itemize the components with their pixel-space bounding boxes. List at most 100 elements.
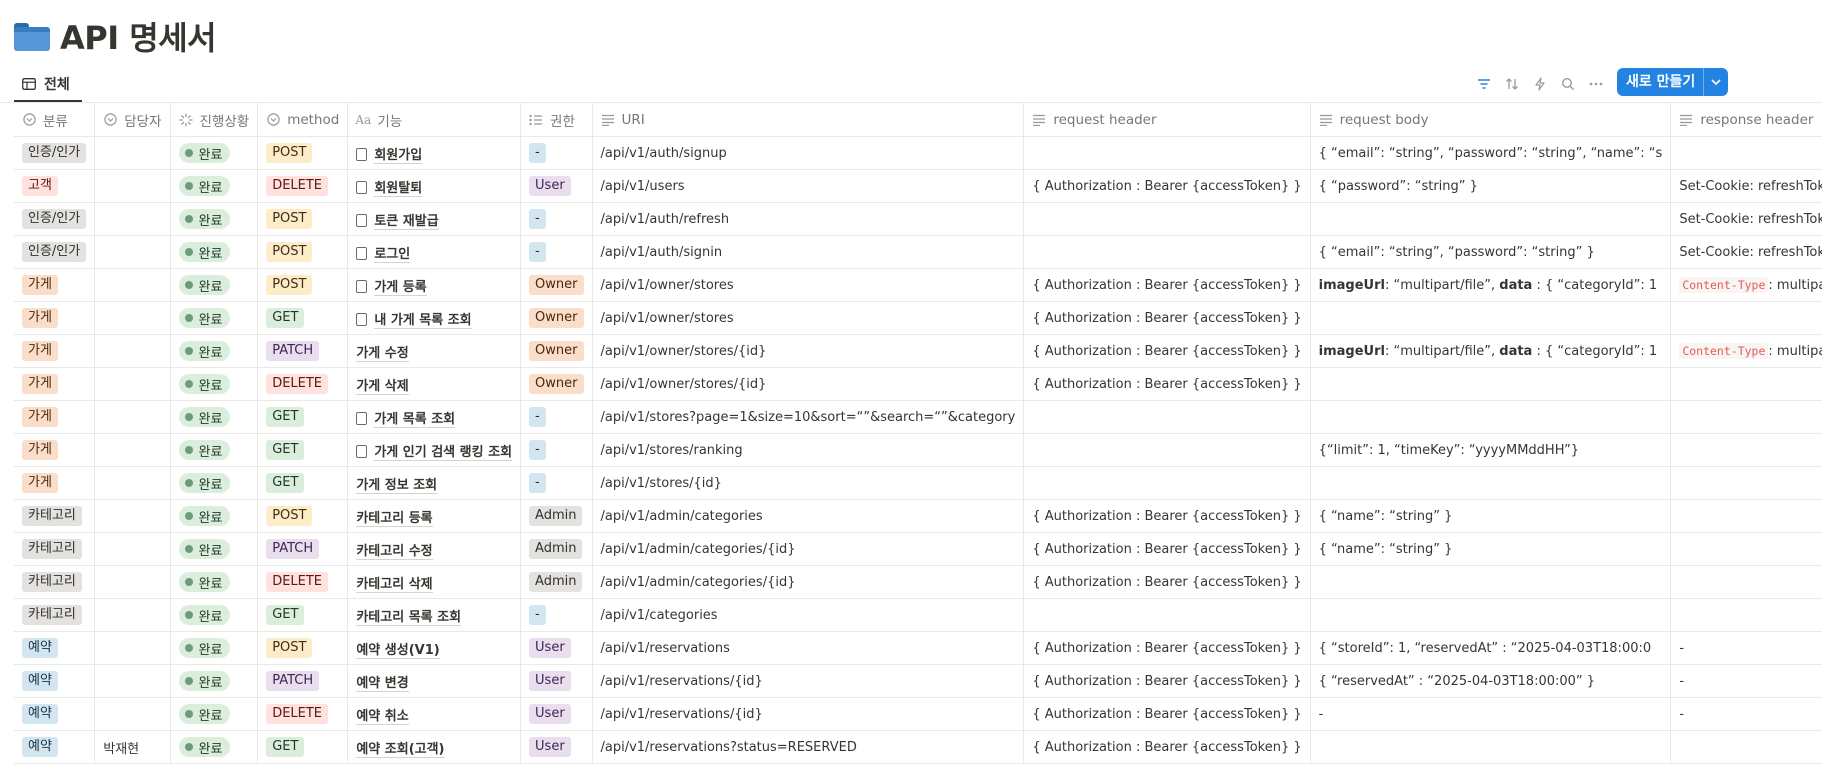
cell-status[interactable]: 완료 xyxy=(170,631,259,665)
role-tag[interactable]: - xyxy=(529,440,546,460)
method-tag[interactable]: PATCH xyxy=(266,539,320,559)
cell-request-header[interactable] xyxy=(1023,598,1311,632)
role-tag[interactable]: Owner xyxy=(529,374,584,394)
column-header-uri[interactable]: URI xyxy=(592,103,1025,137)
category-tag[interactable]: 가게 xyxy=(22,407,58,427)
cell-request-body[interactable] xyxy=(1310,400,1672,434)
feature-title-link[interactable]: 가게 삭제 xyxy=(356,378,409,395)
cell-request-body[interactable] xyxy=(1310,730,1672,764)
cell-role[interactable]: Owner xyxy=(520,367,593,401)
cell-feature[interactable]: 가게 수정 xyxy=(347,334,522,368)
method-tag[interactable]: POST xyxy=(266,638,313,658)
feature-title-link[interactable]: 가게 수정 xyxy=(356,345,409,362)
cell-response-header[interactable] xyxy=(1670,532,1822,566)
cell-assignee[interactable] xyxy=(94,697,171,731)
cell-request-body[interactable]: { “storeId”: 1, “reservedAt” : “2025-04-… xyxy=(1310,631,1672,665)
cell-response-header[interactable]: Set-Cookie: refreshToken={r xyxy=(1670,202,1822,236)
table-row[interactable]: 고객 완료 DELETE 회원탈퇴 User/api/v1/users { Authori… xyxy=(14,169,1822,203)
cell-assignee[interactable] xyxy=(94,136,171,170)
cell-category[interactable]: 카테고리 xyxy=(14,598,96,632)
category-tag[interactable]: 카테고리 xyxy=(22,605,82,625)
category-tag[interactable]: 인증/인가 xyxy=(22,143,87,163)
cell-category[interactable]: 예약 xyxy=(14,631,96,665)
more-icon[interactable] xyxy=(1582,72,1610,96)
status-badge[interactable]: 완료 xyxy=(178,605,231,625)
role-tag[interactable]: - xyxy=(529,473,546,493)
cell-role[interactable]: Owner xyxy=(520,334,593,368)
cell-assignee[interactable] xyxy=(94,169,171,203)
cell-method[interactable]: POST xyxy=(257,631,349,665)
cell-request-header[interactable]: { Authorization : Bearer {accessToken} } xyxy=(1023,367,1311,401)
cell-response-header[interactable] xyxy=(1670,598,1822,632)
status-badge[interactable]: 완료 xyxy=(178,473,231,493)
category-tag[interactable]: 카테고리 xyxy=(22,572,82,592)
cell-method[interactable]: DELETE xyxy=(257,367,349,401)
cell-uri[interactable]: /api/v1/reservations?status=RESERVED xyxy=(592,730,1025,764)
cell-feature[interactable]: 내 가게 목록 조회 xyxy=(347,301,522,335)
cell-uri[interactable]: /api/v1/admin/categories/{id} xyxy=(592,532,1025,566)
cell-request-body[interactable]: { “email”: “string”, “password”: “string… xyxy=(1310,136,1672,170)
cell-role[interactable]: Admin xyxy=(520,532,593,566)
cell-category[interactable]: 인증/인가 xyxy=(14,202,96,236)
cell-response-header[interactable] xyxy=(1670,730,1822,764)
table-row[interactable]: 예약 박재현 완료 GET 예약 조회(고객) User/api/v1/reservati… xyxy=(14,730,1822,764)
method-tag[interactable]: PATCH xyxy=(266,341,320,361)
cell-status[interactable]: 완료 xyxy=(170,499,259,533)
status-badge[interactable]: 완료 xyxy=(178,572,231,592)
cell-category[interactable]: 카테고리 xyxy=(14,499,96,533)
cell-uri[interactable]: /api/v1/reservations xyxy=(592,631,1025,665)
feature-title-link[interactable]: 예약 조회(고객) xyxy=(356,741,445,758)
status-badge[interactable]: 완료 xyxy=(178,374,231,394)
table-row[interactable]: 카테고리 완료 GET 카테고리 목록 조회 - /api/v1/categories xyxy=(14,598,1822,632)
cell-role[interactable]: Owner xyxy=(520,268,593,302)
cell-method[interactable]: GET xyxy=(257,400,349,434)
cell-request-body[interactable]: { “name”: “string” } xyxy=(1310,499,1672,533)
cell-assignee[interactable] xyxy=(94,334,171,368)
table-row[interactable]: 가게 완료 POST 가게 등록 Owner/api/v1/owner/stores { … xyxy=(14,268,1822,302)
cell-request-header[interactable]: { Authorization : Bearer {accessToken} } xyxy=(1023,565,1311,599)
cell-feature[interactable]: 카테고리 수정 xyxy=(347,532,522,566)
cell-request-body[interactable]: { “email”: “string”, “password”: “string… xyxy=(1310,235,1672,269)
cell-method[interactable]: GET xyxy=(257,730,349,764)
cell-response-header[interactable] xyxy=(1670,367,1822,401)
column-header-category[interactable]: 분류 xyxy=(14,103,96,137)
cell-response-header[interactable] xyxy=(1670,400,1822,434)
feature-title-link[interactable]: 로그인 xyxy=(374,246,411,263)
method-tag[interactable]: POST xyxy=(266,209,313,229)
role-tag[interactable]: Owner xyxy=(529,341,584,361)
cell-feature[interactable]: 예약 변경 xyxy=(347,664,522,698)
cell-status[interactable]: 완료 xyxy=(170,697,259,731)
status-badge[interactable]: 완료 xyxy=(178,176,231,196)
cell-uri[interactable]: /api/v1/admin/categories xyxy=(592,499,1025,533)
cell-role[interactable]: - xyxy=(520,202,593,236)
cell-uri[interactable]: /api/v1/owner/stores xyxy=(592,301,1025,335)
chevron-down-icon[interactable] xyxy=(1703,68,1728,96)
table-row[interactable]: 인증/인가 완료 POST 로그인 - /api/v1/auth/signin { “ema… xyxy=(14,235,1822,269)
role-tag[interactable]: User xyxy=(529,704,571,724)
cell-category[interactable]: 인증/인가 xyxy=(14,136,96,170)
role-tag[interactable]: User xyxy=(529,176,571,196)
cell-method[interactable]: GET xyxy=(257,433,349,467)
table-row[interactable]: 카테고리 완료 DELETE 카테고리 삭제 Admin/api/v1/admin/ca… xyxy=(14,565,1822,599)
table-row[interactable]: 가게 완료 GET 가게 정보 조회 - /api/v1/stores/{id} xyxy=(14,466,1822,500)
role-tag[interactable]: - xyxy=(529,242,546,262)
cell-category[interactable]: 가게 xyxy=(14,400,96,434)
cell-response-header[interactable]: Content-Type: multipart/for xyxy=(1670,268,1822,302)
cell-response-header[interactable]: Set-Cookie: refreshToken=“” xyxy=(1670,169,1822,203)
status-badge[interactable]: 완료 xyxy=(178,737,231,757)
cell-method[interactable]: POST xyxy=(257,235,349,269)
method-tag[interactable]: GET xyxy=(266,407,305,427)
cell-response-header[interactable]: Content-Type: multipart/for xyxy=(1670,334,1822,368)
feature-title-link[interactable]: 토큰 재발급 xyxy=(374,213,439,230)
cell-status[interactable]: 완료 xyxy=(170,367,259,401)
cell-category[interactable]: 가게 xyxy=(14,334,96,368)
cell-request-body[interactable] xyxy=(1310,367,1672,401)
cell-response-header[interactable]: Set-Cookie: refreshToken={r xyxy=(1670,235,1822,269)
feature-title-link[interactable]: 카테고리 삭제 xyxy=(356,576,433,593)
cell-request-body[interactable] xyxy=(1310,202,1672,236)
feature-title-link[interactable]: 예약 생성(V1) xyxy=(356,642,440,659)
status-badge[interactable]: 완료 xyxy=(178,242,231,262)
cell-uri[interactable]: /api/v1/owner/stores/{id} xyxy=(592,334,1025,368)
role-tag[interactable]: User xyxy=(529,638,571,658)
cell-uri[interactable]: /api/v1/reservations/{id} xyxy=(592,664,1025,698)
